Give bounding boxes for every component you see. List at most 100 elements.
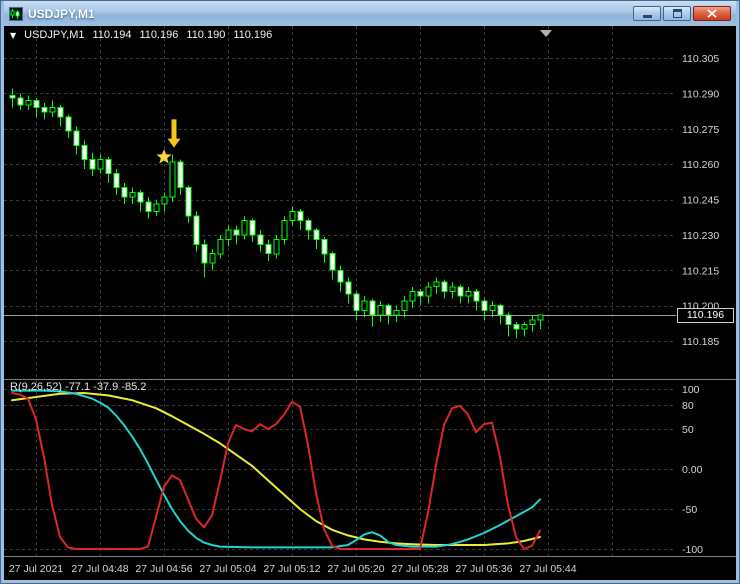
indicator-label: R(9,26,52) -77.1 -37.9 -85.2 xyxy=(10,381,147,393)
candle-body xyxy=(209,253,216,264)
candle-body xyxy=(401,300,408,311)
candle-body xyxy=(201,243,208,264)
candle-body xyxy=(505,314,512,326)
star-annotation[interactable] xyxy=(156,149,172,164)
candle-body xyxy=(409,291,416,302)
price-axis-label[interactable]: 110.245 xyxy=(682,195,719,207)
price-axis-label[interactable]: 110.215 xyxy=(682,265,719,277)
candle-body xyxy=(417,291,424,297)
candle-body xyxy=(177,161,184,189)
candle-body xyxy=(169,161,176,198)
candle-body xyxy=(217,239,224,255)
candle-body xyxy=(425,286,432,297)
time-axis-label[interactable]: 27 Jul 05:44 xyxy=(519,563,576,575)
title-bar[interactable]: USDJPY,M1 xyxy=(4,1,736,26)
price-axis-label[interactable]: 110.275 xyxy=(682,124,719,136)
indicator-line-red xyxy=(11,392,541,550)
candle-body xyxy=(145,201,152,212)
chart-shift-marker[interactable] xyxy=(540,30,552,37)
chart-window-icon xyxy=(9,6,23,21)
time-axis-label[interactable]: 27 Jul 05:28 xyxy=(391,563,448,575)
candle-body xyxy=(129,191,136,198)
candle-body xyxy=(457,286,464,297)
close-button[interactable] xyxy=(693,6,731,21)
indicator-axis-label[interactable]: 100 xyxy=(682,384,700,396)
candle-body xyxy=(113,173,120,189)
candle-body xyxy=(49,107,56,113)
candle-body xyxy=(385,305,392,316)
candle-body xyxy=(289,210,296,222)
close-icon xyxy=(707,9,717,18)
time-axis-label[interactable]: 27 Jul 04:48 xyxy=(71,563,128,575)
maximize-icon xyxy=(672,9,682,18)
mt4-chart-window: USDJPY,M1 110.305 110.290 110.275 110.260 11… xyxy=(0,0,740,584)
time-axis-label[interactable]: 27 Jul 05:12 xyxy=(263,563,320,575)
price-axis-label[interactable]: 110.185 xyxy=(682,336,719,348)
candle-body xyxy=(361,300,368,311)
candle-body xyxy=(121,187,128,198)
candle-body xyxy=(313,229,320,241)
candle-body xyxy=(265,243,272,255)
candle-body xyxy=(497,305,504,316)
header-close: 110.196 xyxy=(233,29,273,41)
indicator-axis-label[interactable]: -50 xyxy=(682,504,697,516)
header-open: 110.194 xyxy=(92,29,132,41)
candle-body xyxy=(537,314,544,321)
price-axis-label[interactable]: 110.230 xyxy=(682,230,719,242)
candle-body xyxy=(297,210,304,222)
candle-body xyxy=(321,239,328,255)
candle-body xyxy=(9,95,16,99)
ohlc-readout: ▼ USDJPY,M1 110.194 110.196 110.190 110.… xyxy=(10,29,272,41)
candle-body xyxy=(57,107,64,118)
header-low: 110.190 xyxy=(186,29,226,41)
candle-body xyxy=(529,319,536,325)
time-axis-label[interactable]: 27 Jul 05:04 xyxy=(199,563,256,575)
time-axis-label[interactable]: 27 Jul 05:20 xyxy=(327,563,384,575)
time-axis-label[interactable]: 27 Jul 04:56 xyxy=(135,563,192,575)
down-arrow-annotation[interactable] xyxy=(167,119,181,148)
candle-body xyxy=(481,300,488,311)
candle-body xyxy=(249,220,256,236)
candle-body xyxy=(473,291,480,302)
minimize-icon xyxy=(642,15,652,18)
minimize-button[interactable] xyxy=(633,6,661,21)
chart-canvas[interactable]: 110.305 110.290 110.275 110.260 110.245 110.2… xyxy=(4,26,736,580)
indicator-axis-label[interactable]: 0.00 xyxy=(682,464,703,476)
price-axis-label[interactable]: 110.305 xyxy=(682,53,719,65)
time-axis-label[interactable]: 27 Jul 05:36 xyxy=(455,563,512,575)
candle-body xyxy=(337,269,344,283)
window-controls xyxy=(633,6,731,21)
candle-body xyxy=(241,220,248,236)
chart-client-area: 110.305 110.290 110.275 110.260 110.245 110.2… xyxy=(4,26,736,580)
candle-body xyxy=(521,324,528,330)
candle-body xyxy=(433,281,440,288)
indicator-axis-label[interactable]: -100 xyxy=(682,544,703,556)
price-axis-label[interactable]: 110.260 xyxy=(682,159,719,171)
candle-body xyxy=(17,97,24,106)
candle-body xyxy=(73,130,80,146)
symbol-dropdown-arrow-icon[interactable]: ▼ xyxy=(10,31,16,40)
header-high: 110.196 xyxy=(139,29,179,41)
candle-body xyxy=(329,253,336,271)
candle-body xyxy=(377,305,384,316)
time-axis-label[interactable]: 27 Jul 2021 xyxy=(9,563,63,575)
indicator-axis-label[interactable]: 50 xyxy=(682,424,694,436)
candle-body xyxy=(273,239,280,255)
candle-body xyxy=(369,300,376,316)
candle-body xyxy=(153,203,160,212)
candle-body xyxy=(33,99,40,109)
maximize-button[interactable] xyxy=(663,6,691,21)
candle-body xyxy=(393,309,400,316)
candle-body xyxy=(97,158,104,170)
candle-body xyxy=(185,187,192,217)
indicator-axis-label[interactable]: 80 xyxy=(682,400,694,412)
candle-body xyxy=(449,286,456,292)
candle-body xyxy=(353,293,360,311)
price-axis-label[interactable]: 110.290 xyxy=(682,88,719,100)
candle-body xyxy=(513,324,520,330)
candle-body xyxy=(281,220,288,241)
candle-body xyxy=(81,144,88,160)
candle-body xyxy=(193,215,200,245)
current-price-tag: 110.196 xyxy=(677,308,734,323)
candle-body xyxy=(25,99,32,106)
